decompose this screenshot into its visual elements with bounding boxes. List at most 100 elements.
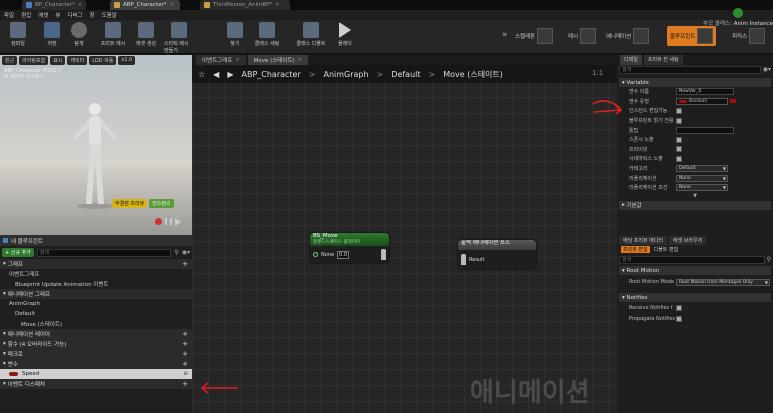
menu-item-4[interactable]: 디버그 bbox=[67, 11, 82, 19]
tree-row[interactable]: Default bbox=[0, 309, 192, 319]
breadcrumb-item-2[interactable]: Default bbox=[391, 70, 420, 79]
toolbar-button-save[interactable]: 저장 bbox=[37, 22, 67, 47]
tab-anim-preview-editor[interactable]: 애님 프리뷰 에디터 bbox=[619, 236, 667, 245]
add-icon[interactable]: + bbox=[182, 330, 188, 338]
tab-asset-browser[interactable]: 애셋 브라우저 bbox=[668, 236, 707, 245]
menu-item-1[interactable]: 편집 bbox=[21, 11, 31, 19]
receive-notifies-checkbox[interactable] bbox=[676, 304, 682, 311]
doc-tab-bp-character[interactable]: BP_Character* × bbox=[22, 0, 86, 10]
mode-button-3[interactable]: 블루프린트 bbox=[667, 26, 717, 46]
breadcrumb-item-0[interactable]: ABP_Character bbox=[241, 70, 300, 79]
close-icon[interactable]: × bbox=[78, 2, 82, 8]
viewport-button-1[interactable]: 라이팅포함 bbox=[19, 56, 49, 65]
menu-item-6[interactable]: 도움말 bbox=[102, 11, 117, 19]
toolbar-button-play[interactable]: 플레이 bbox=[330, 22, 360, 47]
viewport-button-2[interactable]: 표시 bbox=[50, 56, 66, 65]
property-checkbox[interactable] bbox=[676, 146, 682, 153]
view-options-icon[interactable]: ◉▾ bbox=[182, 249, 190, 256]
my-blueprint-tab[interactable]: 내 블루프린트 bbox=[0, 235, 192, 246]
property-checkbox[interactable] bbox=[676, 155, 682, 162]
section-variable[interactable]: ▾ Variable bbox=[619, 78, 771, 87]
section-default-value[interactable]: ▸ 기본값 bbox=[619, 200, 771, 210]
graph-tab-1[interactable]: Move (스테이트) × bbox=[247, 55, 308, 65]
my-blueprint-search-input[interactable] bbox=[36, 248, 172, 257]
edit-defaults-toggle[interactable]: 디폴트 편집 bbox=[654, 246, 679, 253]
record-icon[interactable] bbox=[155, 218, 162, 225]
property-dropdown[interactable]: Default bbox=[676, 165, 728, 173]
advanced-toggle[interactable]: ▼ bbox=[619, 193, 771, 201]
breadcrumb-item-1[interactable]: AnimGraph bbox=[323, 70, 368, 79]
tab-preview-scene[interactable]: 프리뷰 씬 세팅 bbox=[643, 55, 683, 65]
menu-item-3[interactable]: 뷰 bbox=[55, 11, 60, 19]
tab-details[interactable]: 디테일 bbox=[620, 55, 642, 65]
mode-button-0[interactable]: 스켈레톤 bbox=[512, 26, 556, 46]
add-icon[interactable]: + bbox=[182, 260, 188, 268]
forward-arrow-icon[interactable]: ▶ bbox=[227, 70, 233, 79]
add-icon[interactable]: + bbox=[182, 340, 188, 348]
close-icon[interactable]: × bbox=[235, 57, 239, 63]
container-type-icon[interactable] bbox=[730, 99, 736, 104]
tree-row[interactable]: ▾ 애니메이션 그래프 bbox=[0, 289, 192, 299]
tree-row[interactable]: Speed ⊖ bbox=[0, 369, 192, 379]
graph-tab-0[interactable]: 이벤트그래프 × bbox=[196, 55, 246, 65]
viewport-button-3[interactable]: 캐릭터 bbox=[67, 56, 88, 65]
expand-arrow-icon[interactable]: ▾ bbox=[3, 261, 6, 267]
tree-row[interactable]: Blueprint Update Animation 이벤트 bbox=[0, 279, 192, 289]
property-dropdown[interactable]: None bbox=[676, 174, 728, 182]
property-checkbox[interactable] bbox=[676, 136, 682, 143]
toolbar-button-create-asset[interactable]: 애셋 생성 bbox=[131, 22, 161, 47]
expand-arrow-icon[interactable]: ▾ bbox=[3, 341, 6, 347]
property-checkbox[interactable] bbox=[676, 107, 682, 114]
tree-row[interactable]: ▾ 이벤트 디스패처 + bbox=[0, 379, 192, 389]
property-checkbox[interactable] bbox=[676, 117, 682, 124]
tree-row[interactable]: AnimGraph bbox=[0, 299, 192, 309]
pin-value-field[interactable]: 0.0 bbox=[337, 250, 349, 259]
property-text-field[interactable] bbox=[676, 126, 734, 134]
back-arrow-icon[interactable]: ◀ bbox=[213, 70, 219, 79]
toolbar-button-static-mesh[interactable]: 스타틱 메시 만들기 bbox=[164, 22, 194, 54]
toolbar-button-find-in-cb[interactable]: 탐색 bbox=[64, 22, 94, 47]
preview-search-input[interactable] bbox=[619, 255, 765, 264]
menu-item-0[interactable]: 파일 bbox=[4, 11, 14, 19]
add-icon[interactable]: + bbox=[182, 380, 188, 388]
doc-tab-abp-character[interactable]: ABP_Character* × bbox=[110, 0, 180, 10]
edit-preview-toggle[interactable]: 프리뷰 편집 bbox=[621, 246, 650, 253]
close-icon[interactable]: × bbox=[275, 2, 279, 8]
tree-row[interactable]: ▾ 그래프 + bbox=[0, 259, 192, 269]
chevron-right-icon[interactable]: » bbox=[502, 30, 508, 40]
variable-type-dropdown[interactable]: Boolean bbox=[676, 97, 728, 105]
tree-row[interactable]: ▾ 함수 (4 오버라이드 가능) + bbox=[0, 339, 192, 349]
section-notifies[interactable]: ▾ Notifies bbox=[619, 293, 771, 302]
menu-item-2[interactable]: 애셋 bbox=[38, 11, 48, 19]
expand-arrow-icon[interactable]: ▾ bbox=[3, 351, 6, 357]
tree-row[interactable]: ▾ 매크로 + bbox=[0, 349, 192, 359]
doc-tab-thirdperson-animbp[interactable]: ThirdPerson_AnimBP* × bbox=[200, 0, 290, 10]
propagate-notifies-checkbox[interactable] bbox=[676, 315, 682, 322]
tree-row[interactable]: ▾ 변수 + bbox=[0, 359, 192, 369]
toolbar-button-compile[interactable]: 컴파일 bbox=[3, 22, 33, 47]
mode-button-1[interactable]: 메시 bbox=[565, 26, 599, 46]
toolbar-button-class-settings[interactable]: 클래스 세팅 bbox=[252, 22, 282, 47]
instance-button[interactable]: 인스턴스 bbox=[149, 199, 174, 208]
breadcrumb-item-3[interactable]: Move (스테이트) bbox=[443, 69, 503, 80]
search-icon[interactable]: ⚲ bbox=[767, 256, 771, 263]
pause-icon[interactable] bbox=[165, 218, 172, 225]
property-dropdown[interactable]: None bbox=[676, 184, 728, 192]
graph-editor[interactable] bbox=[192, 65, 617, 413]
menu-item-5[interactable]: 창 bbox=[90, 11, 95, 19]
add-icon[interactable]: + bbox=[182, 350, 188, 358]
add-new-button[interactable]: + 신규 추가 bbox=[2, 248, 34, 257]
expand-arrow-icon[interactable]: ▾ bbox=[3, 361, 6, 367]
tree-row[interactable]: ▾ 애니메이션 레이어 + bbox=[0, 329, 192, 339]
node-output-pose[interactable]: 출력 애니메이션 포즈 Result bbox=[458, 240, 536, 269]
expand-arrow-icon[interactable]: ▾ bbox=[3, 331, 6, 337]
root-motion-mode-dropdown[interactable]: Root Motion from Montages Only bbox=[676, 278, 770, 286]
viewport-button-0[interactable]: 원근 bbox=[2, 56, 18, 65]
close-icon[interactable]: × bbox=[170, 2, 174, 8]
toolbar-button-preview-mesh[interactable]: 프리뷰 메시 bbox=[98, 22, 128, 47]
input-pin[interactable] bbox=[313, 252, 318, 257]
tree-row[interactable]: Move (스테이트) bbox=[0, 319, 192, 329]
mode-button-4[interactable]: 피직스 bbox=[729, 26, 768, 46]
view-options-icon[interactable]: ◉▾ bbox=[763, 66, 771, 76]
toolbar-button-class-defaults[interactable]: 클래스 디폴트 bbox=[296, 22, 326, 47]
